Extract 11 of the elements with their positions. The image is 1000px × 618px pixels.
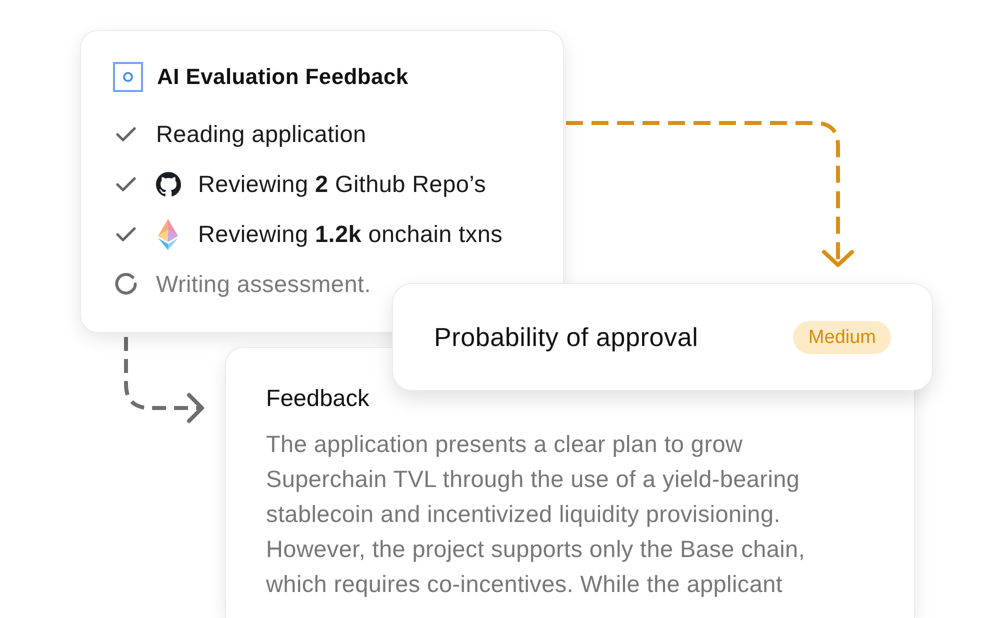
- cat-logo-icon: [156, 172, 181, 196]
- rating-badge: Medium: [793, 320, 891, 354]
- step-label: Reviewing 2 Github Repo’s: [198, 170, 486, 198]
- diamond-logo-icon: [158, 218, 178, 250]
- feedback-title: Feedback: [266, 384, 370, 413]
- step-label: Reading application: [156, 120, 366, 148]
- feedback-text: The application presents a clear plan to grow Superchain TVL through the use of a yield-bearing stablecoin and incentivized liquidity provisioning. However, the project supports only the Base chain, which requires co-incentives. While the applicant: [266, 430, 806, 599]
- step-label: Reviewing 1.2k onchain txns: [198, 220, 503, 248]
- card-title: AI Evaluation Feedback: [157, 64, 408, 90]
- approval-label: Probability of approval: [434, 322, 698, 352]
- step-label: Writing assessment.: [156, 270, 371, 298]
